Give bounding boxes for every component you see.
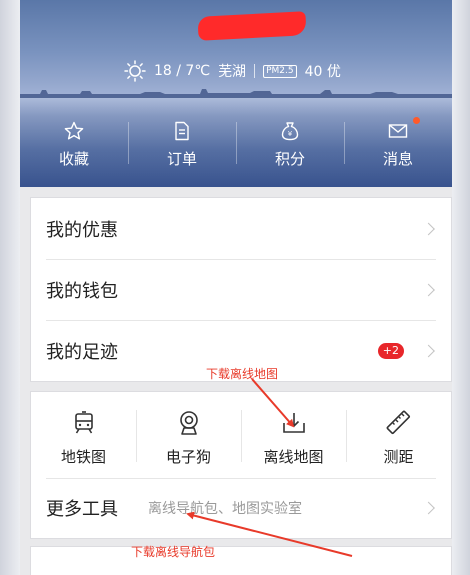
money-bag-icon: ¥: [281, 122, 299, 141]
quick-action-label: 收藏: [58, 150, 89, 168]
menu-item-coupons[interactable]: 我的优惠: [31, 198, 451, 259]
quick-action-label: 消息: [382, 150, 413, 168]
tools-card: 地铁图 电子狗 离线地图 测距 更多工具 离线导航包、地图实验室: [30, 391, 452, 539]
next-card-partial: [30, 546, 452, 575]
tool-label: 地铁图: [60, 448, 106, 466]
quick-action-favorites[interactable]: 收藏: [20, 112, 128, 176]
redacted-username: [197, 11, 307, 41]
unread-dot: [413, 117, 420, 124]
right-frame-edge: [452, 0, 470, 575]
quick-action-points[interactable]: ¥ 积分: [236, 112, 344, 176]
chevron-right-icon: [422, 344, 435, 357]
quick-actions: 收藏 订单 ¥ 积分 消息: [20, 112, 452, 176]
tool-subway-map[interactable]: 地铁图: [31, 392, 136, 478]
tool-measure-distance[interactable]: 测距: [346, 392, 451, 478]
more-tools-label: 更多工具: [46, 499, 118, 520]
quick-action-messages[interactable]: 消息: [344, 112, 452, 176]
tool-speed-camera[interactable]: 电子狗: [136, 392, 241, 478]
star-icon: [64, 121, 84, 140]
camera-icon: [179, 411, 198, 435]
weather-bar[interactable]: 18 / 7℃ 芜湖 PM2.5 40 优: [124, 60, 341, 82]
account-menu: 我的优惠 我的钱包 我的足迹 +2: [30, 197, 452, 382]
profile-header: 18 / 7℃ 芜湖 PM2.5 40 优 收藏 订单 ¥ 积分 消息: [20, 0, 452, 187]
city-name: 芜湖: [218, 64, 247, 80]
download-tray-icon: [282, 413, 305, 433]
tool-label: 测距: [383, 448, 414, 466]
tool-label: 离线地图: [263, 448, 324, 466]
ruler-icon: [386, 410, 410, 434]
more-tools-subtitle: 离线导航包、地图实验室: [148, 501, 302, 517]
quick-action-orders[interactable]: 订单: [128, 112, 236, 176]
subway-icon: [74, 411, 93, 434]
quick-action-label: 积分: [274, 150, 305, 168]
city-skyline: [20, 89, 452, 98]
menu-item-label: 我的足迹: [46, 341, 118, 363]
annotation-offline-map: 下载离线地图: [206, 367, 279, 381]
annotation-offline-nav: 下载离线导航包: [131, 545, 216, 559]
svg-text:¥: ¥: [288, 130, 293, 138]
sun-icon: [124, 60, 146, 82]
pm25-label: PM2.5: [263, 64, 297, 78]
temperature: 18 / 7℃: [154, 63, 211, 79]
air-quality: 40 优: [304, 64, 341, 80]
more-tools-row[interactable]: 更多工具 离线导航包、地图实验室: [31, 478, 451, 538]
document-icon: [175, 121, 189, 141]
menu-item-label: 我的钱包: [46, 280, 118, 302]
menu-item-wallet[interactable]: 我的钱包: [31, 259, 451, 320]
weather-divider: [254, 64, 256, 78]
chevron-right-icon: [422, 283, 435, 296]
chevron-right-icon: [422, 501, 435, 515]
left-frame-edge: [0, 0, 20, 575]
footprint-count-badge: +2: [377, 342, 404, 359]
tool-grid: 地铁图 电子狗 离线地图 测距: [31, 392, 451, 478]
tool-label: 电子狗: [165, 448, 211, 466]
quick-action-label: 订单: [166, 150, 197, 168]
menu-item-label: 我的优惠: [46, 219, 118, 241]
tool-offline-map[interactable]: 离线地图: [241, 392, 346, 478]
envelope-icon: [388, 124, 408, 138]
chevron-right-icon: [422, 222, 435, 235]
